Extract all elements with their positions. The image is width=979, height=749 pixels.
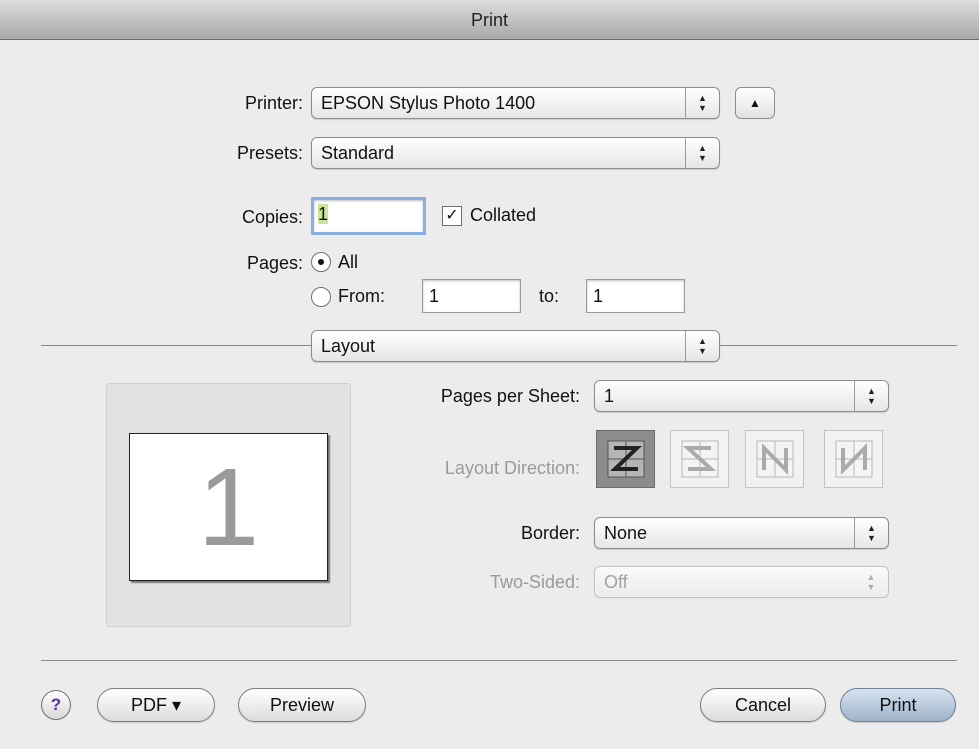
copies-label: Copies: <box>241 207 303 227</box>
direction-reverse-z-button <box>670 430 729 488</box>
direction-z-button <box>596 430 655 488</box>
up-down-arrows-icon: ▲ ▼ <box>854 381 888 411</box>
collated-label: Collated <box>470 205 537 225</box>
up-down-arrows-icon: ▲ ▼ <box>854 518 888 548</box>
pages-all-label: All <box>338 252 359 272</box>
collated-checkbox[interactable]: ✓ <box>442 206 462 226</box>
border-label: Border: <box>520 523 580 543</box>
pages-to-label: to: <box>539 286 560 306</box>
pdf-button[interactable]: PDF ▾ <box>97 688 215 722</box>
two-sided-value: Off <box>604 572 628 592</box>
pages-per-sheet-label: Pages per Sheet: <box>440 386 580 406</box>
page-preview: 1 <box>129 433 328 581</box>
help-button[interactable]: ? <box>41 690 71 720</box>
window-title: Print <box>0 0 979 40</box>
separator-right <box>720 345 957 346</box>
pages-from-label: From: <box>338 286 385 306</box>
copies-field[interactable]: 1 <box>311 197 426 235</box>
direction-reverse-n-button <box>824 430 883 488</box>
separator-left <box>41 345 311 346</box>
pages-from-field[interactable]: 1 <box>422 279 521 313</box>
pages-per-sheet-value: 1 <box>604 386 615 406</box>
presets-value: Standard <box>321 143 395 163</box>
border-value: None <box>604 523 648 543</box>
checkmark-icon: ✓ <box>445 207 459 224</box>
two-sided-popup: Off ▲ ▼ <box>594 566 889 598</box>
printer-label: Printer: <box>244 93 303 113</box>
cancel-button[interactable]: Cancel <box>700 688 826 722</box>
up-down-arrows-icon: ▲ ▼ <box>866 572 876 592</box>
triangle-up-icon: ▲ <box>749 96 761 110</box>
pages-per-sheet-popup[interactable]: 1 ▲ ▼ <box>594 380 889 412</box>
n-layout-icon <box>756 440 793 478</box>
presets-label: Presets: <box>236 143 303 163</box>
pages-all-radio[interactable] <box>311 252 331 272</box>
pages-to-value: 1 <box>593 286 604 306</box>
footer-separator <box>41 660 957 661</box>
pages-to-field[interactable]: 1 <box>586 279 685 313</box>
z-layout-icon <box>607 440 644 478</box>
copies-value: 1 <box>318 204 329 224</box>
disclosure-button[interactable]: ▲ <box>735 87 775 119</box>
section-value: Layout <box>321 336 376 356</box>
printer-popup[interactable]: EPSON Stylus Photo 1400 ▲ ▼ <box>311 87 720 119</box>
reverse-n-layout-icon <box>835 440 872 478</box>
pages-from-value: 1 <box>429 286 440 306</box>
pages-label: Pages: <box>246 253 303 273</box>
section-popup[interactable]: Layout ▲ ▼ <box>311 330 720 362</box>
printer-value: EPSON Stylus Photo 1400 <box>321 93 536 113</box>
reverse-z-layout-icon <box>681 440 718 478</box>
up-down-arrows-icon: ▲ ▼ <box>685 88 719 118</box>
presets-popup[interactable]: Standard ▲ ▼ <box>311 137 720 169</box>
preview-button[interactable]: Preview <box>238 688 366 722</box>
print-button[interactable]: Print <box>840 688 956 722</box>
border-popup[interactable]: None ▲ ▼ <box>594 517 889 549</box>
up-down-arrows-icon: ▲ ▼ <box>685 331 719 361</box>
pages-range-radio[interactable] <box>311 287 331 307</box>
two-sided-label: Two-Sided: <box>489 572 580 592</box>
up-down-arrows-icon: ▲ ▼ <box>685 138 719 168</box>
layout-direction-label: Layout Direction: <box>444 458 580 478</box>
direction-n-button <box>745 430 804 488</box>
